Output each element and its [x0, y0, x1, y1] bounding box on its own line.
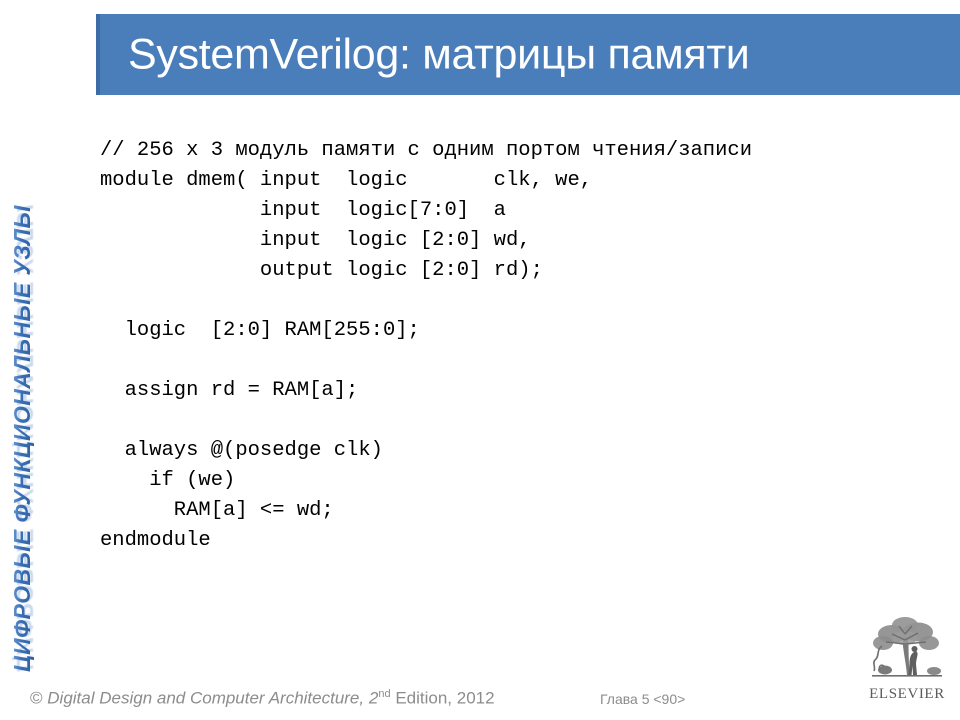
code-line: endmodule [100, 529, 211, 552]
code-line: module dmem( input logic clk, we, [100, 169, 593, 192]
code-line: if (we) [100, 469, 236, 492]
code-block: // 256 x 3 модуль памяти с одним портом … [100, 136, 920, 556]
title-banner: SystemVerilog: матрицы памяти [96, 14, 960, 95]
elsevier-wordmark: ELSEVIER [869, 686, 945, 702]
code-line: output logic [2:0] rd); [100, 259, 543, 282]
code-line: RAM[a] <= wd; [100, 499, 334, 522]
copyright-edition-word: Edition [395, 688, 448, 708]
footer-copyright: © Digital Design and Computer Architectu… [30, 688, 495, 708]
elsevier-logo: ELSEVIER [866, 612, 948, 708]
code-line: assign rd = RAM[a]; [100, 379, 359, 402]
page-title: SystemVerilog: матрицы памяти [128, 29, 750, 78]
copyright-symbol: © [30, 688, 43, 708]
code-line: // 256 x 3 модуль памяти с одним портом … [100, 139, 753, 162]
code-line: always @(posedge clk) [100, 439, 383, 462]
side-banner-text-wrap: ЦИФРОВЫЕ ФУНКЦИОНАЛЬНЫЕ УЗЛЫ ЦИФРОВЫЕ ФУ… [0, 0, 60, 720]
copyright-year: 2012 [456, 688, 495, 708]
copyright-edition-suffix: nd [378, 688, 391, 700]
code-line: input logic[7:0] a [100, 199, 506, 222]
footer-chapter-label: Глава 5 <90> [600, 691, 686, 707]
code-line: logic [2:0] RAM[255:0]; [100, 319, 420, 342]
copyright-edition-number: 2 [368, 688, 379, 708]
side-banner-title-text: ЦИФРОВЫЕ ФУНКЦИОНАЛЬНЫЕ УЗЛЫ [9, 205, 35, 672]
slide-canvas: ЦИФРОВЫЕ ФУНКЦИОНАЛЬНЫЕ УЗЛЫ ЦИФРОВЫЕ ФУ… [0, 0, 960, 720]
code-line: input logic [2:0] wd, [100, 229, 531, 252]
copyright-book-title: Digital Design and Computer Architecture [47, 688, 360, 708]
elsevier-tree-icon [872, 617, 942, 677]
side-banner: ЦИФРОВЫЕ ФУНКЦИОНАЛЬНЫЕ УЗЛЫ ЦИФРОВЫЕ ФУ… [0, 0, 60, 720]
